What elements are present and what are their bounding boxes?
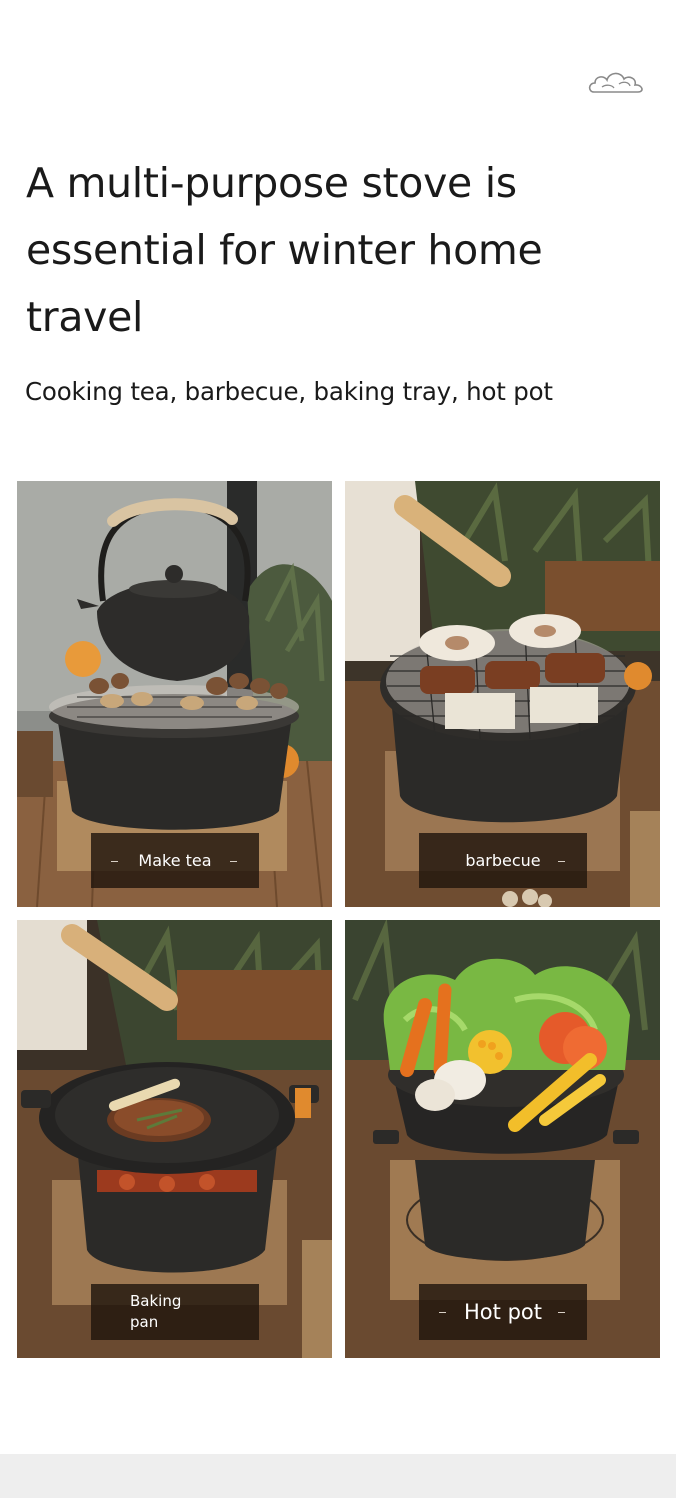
tile-label-make-tea: Make tea	[91, 833, 259, 888]
tile-label-baking-pan: Baking pan	[91, 1284, 259, 1340]
tile-label-text: barbecue	[465, 851, 541, 870]
tile-label-text: Hot pot	[464, 1300, 542, 1324]
tile-label-text: Make tea	[138, 851, 212, 870]
tile-make-tea[interactable]: Make tea	[17, 481, 332, 907]
page-subtitle: Cooking tea, barbecue, baking tray, hot …	[25, 377, 553, 406]
tile-label-text: Baking pan	[130, 1292, 182, 1331]
tile-baking-pan[interactable]: Baking pan	[17, 920, 332, 1358]
tile-hot-pot[interactable]: Hot pot	[345, 920, 660, 1358]
label-dash-right	[558, 860, 565, 862]
label-dash-right	[558, 1312, 565, 1313]
bottom-bar	[0, 1454, 676, 1498]
tile-barbecue[interactable]: barbecue	[345, 481, 660, 907]
tile-label-barbecue: barbecue	[419, 833, 587, 888]
tile-label-hot-pot: Hot pot	[419, 1284, 587, 1340]
page-title: A multi-purpose stove is essential for w…	[26, 159, 543, 341]
label-dash-right	[230, 860, 237, 862]
label-dash-left	[111, 860, 118, 862]
label-dash-left	[439, 1312, 446, 1313]
cloud-icon	[588, 72, 643, 93]
